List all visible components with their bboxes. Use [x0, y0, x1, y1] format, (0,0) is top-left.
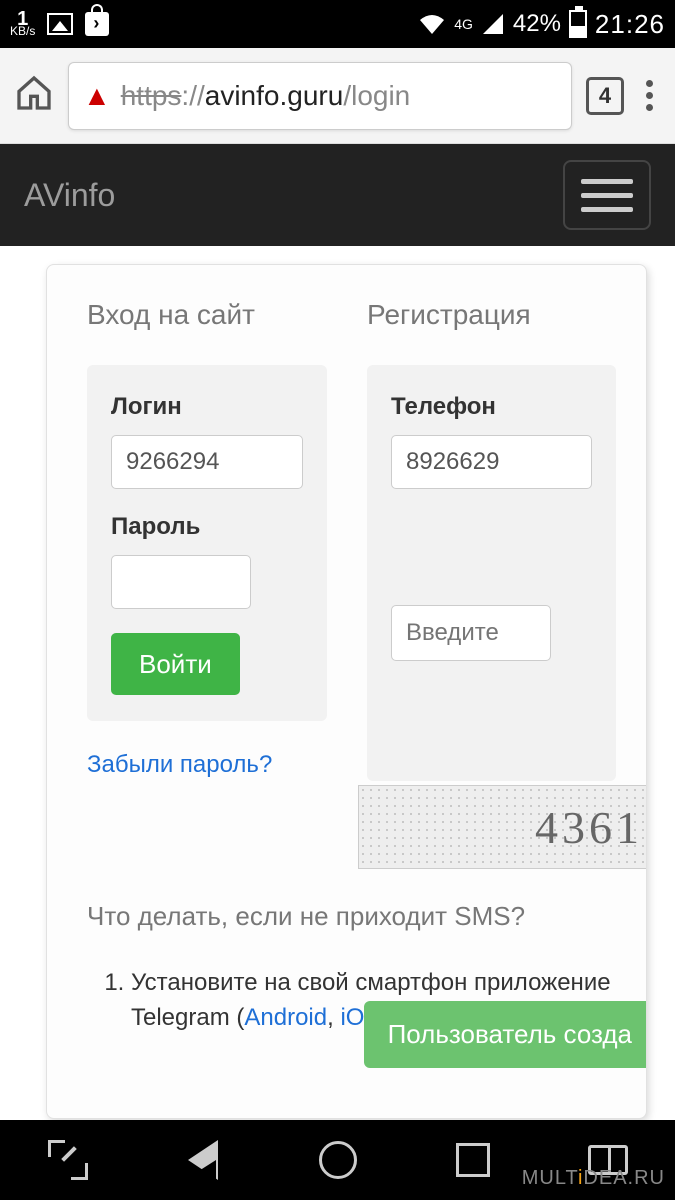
url-path: /login — [343, 80, 410, 111]
clock: 21:26 — [595, 9, 665, 40]
android-link[interactable]: Android — [244, 1004, 327, 1031]
battery-icon — [569, 10, 587, 38]
url-bar[interactable]: ▲ https://avinfo.guru/login — [68, 62, 572, 130]
auth-card: Вход на сайт Логин Пароль Войти Забыли п… — [46, 264, 647, 1119]
browser-toolbar: ▲ https://avinfo.guru/login 4 — [0, 48, 675, 144]
register-toast: Пользователь созда — [364, 1001, 647, 1068]
android-status-bar: 1 KB/s 4G 42% 21:26 — [0, 0, 675, 48]
browser-menu-icon[interactable] — [638, 76, 661, 115]
signal-icon — [481, 12, 505, 36]
watermark: MULTiDEA.RU — [522, 1167, 665, 1190]
tabs-button[interactable]: 4 — [586, 77, 624, 115]
recent-apps-button[interactable] — [451, 1138, 495, 1182]
password-input[interactable] — [111, 555, 251, 609]
shop-icon — [85, 12, 109, 36]
wifi-icon — [418, 12, 446, 36]
back-button[interactable] — [181, 1138, 225, 1182]
url-scheme: https — [121, 80, 182, 111]
captcha-image: 4361 — [358, 785, 647, 869]
battery-percent: 42% — [513, 10, 561, 38]
phone-input[interactable] — [391, 435, 592, 489]
menu-toggle-button[interactable] — [563, 160, 651, 230]
forgot-password-link[interactable]: Забыли пароль? — [87, 751, 327, 779]
password-label: Пароль — [111, 513, 303, 541]
login-label: Логин — [111, 393, 303, 421]
network-speed: 1 KB/s — [10, 11, 35, 37]
home-button[interactable] — [316, 1138, 360, 1182]
site-navbar: AVinfo — [0, 144, 675, 246]
sms-help-heading: Что делать, если не приходит SMS? — [87, 901, 616, 932]
phone-label: Телефон — [391, 393, 592, 421]
login-submit-button[interactable]: Войти — [111, 633, 240, 695]
captcha-input[interactable] — [391, 605, 551, 661]
register-heading: Регистрация — [367, 299, 616, 331]
url-host: avinfo.guru — [205, 80, 344, 111]
insecure-warning-icon: ▲ — [83, 80, 111, 112]
site-title[interactable]: AVinfo — [24, 177, 115, 214]
image-icon — [47, 13, 73, 35]
login-heading: Вход на сайт — [87, 299, 327, 331]
login-input[interactable] — [111, 435, 303, 489]
network-type: 4G — [454, 17, 473, 31]
register-panel: Телефон — [367, 365, 616, 781]
home-icon[interactable] — [14, 73, 54, 118]
fullscreen-edit-icon[interactable] — [46, 1138, 90, 1182]
login-panel: Логин Пароль Войти — [87, 365, 327, 721]
